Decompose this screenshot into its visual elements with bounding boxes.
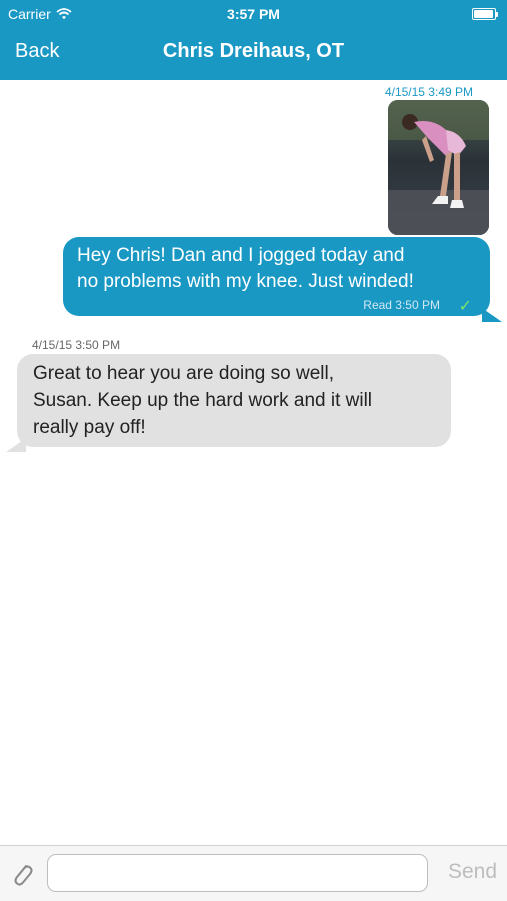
photo-attachment[interactable] bbox=[388, 100, 489, 235]
bubble-tail bbox=[6, 438, 26, 452]
header: Carrier 3:57 PM Back Chris Dreihaus, OT bbox=[0, 0, 507, 80]
outgoing-timestamp: 4/15/15 3:49 PM bbox=[384, 85, 473, 99]
check-icon: ✓ bbox=[458, 298, 472, 315]
incoming-message-bubble[interactable]: Great to hear you are doing so well, Sus… bbox=[6, 354, 451, 452]
battery-icon bbox=[472, 8, 498, 20]
paperclip-icon[interactable] bbox=[9, 859, 35, 889]
nav-bar: Back Chris Dreihaus, OT bbox=[0, 28, 507, 80]
bubble-tail bbox=[482, 308, 502, 322]
send-button[interactable]: Send bbox=[448, 860, 497, 884]
incoming-message-text: Great to hear you are doing so well, Sus… bbox=[33, 363, 373, 438]
read-receipt: Read 3:50 PM bbox=[363, 298, 440, 312]
status-bar: Carrier 3:57 PM bbox=[0, 0, 507, 28]
message-input[interactable] bbox=[47, 854, 428, 892]
status-time: 3:57 PM bbox=[227, 6, 280, 22]
message-composer: Send bbox=[0, 845, 507, 901]
outgoing-message-text: Hey Chris! Dan and I jogged today and no… bbox=[77, 245, 414, 292]
incoming-timestamp: 4/15/15 3:50 PM bbox=[32, 338, 121, 352]
outgoing-message-bubble[interactable]: Hey Chris! Dan and I jogged today and no… bbox=[63, 237, 502, 322]
conversation-title: Chris Dreihaus, OT bbox=[162, 40, 345, 62]
